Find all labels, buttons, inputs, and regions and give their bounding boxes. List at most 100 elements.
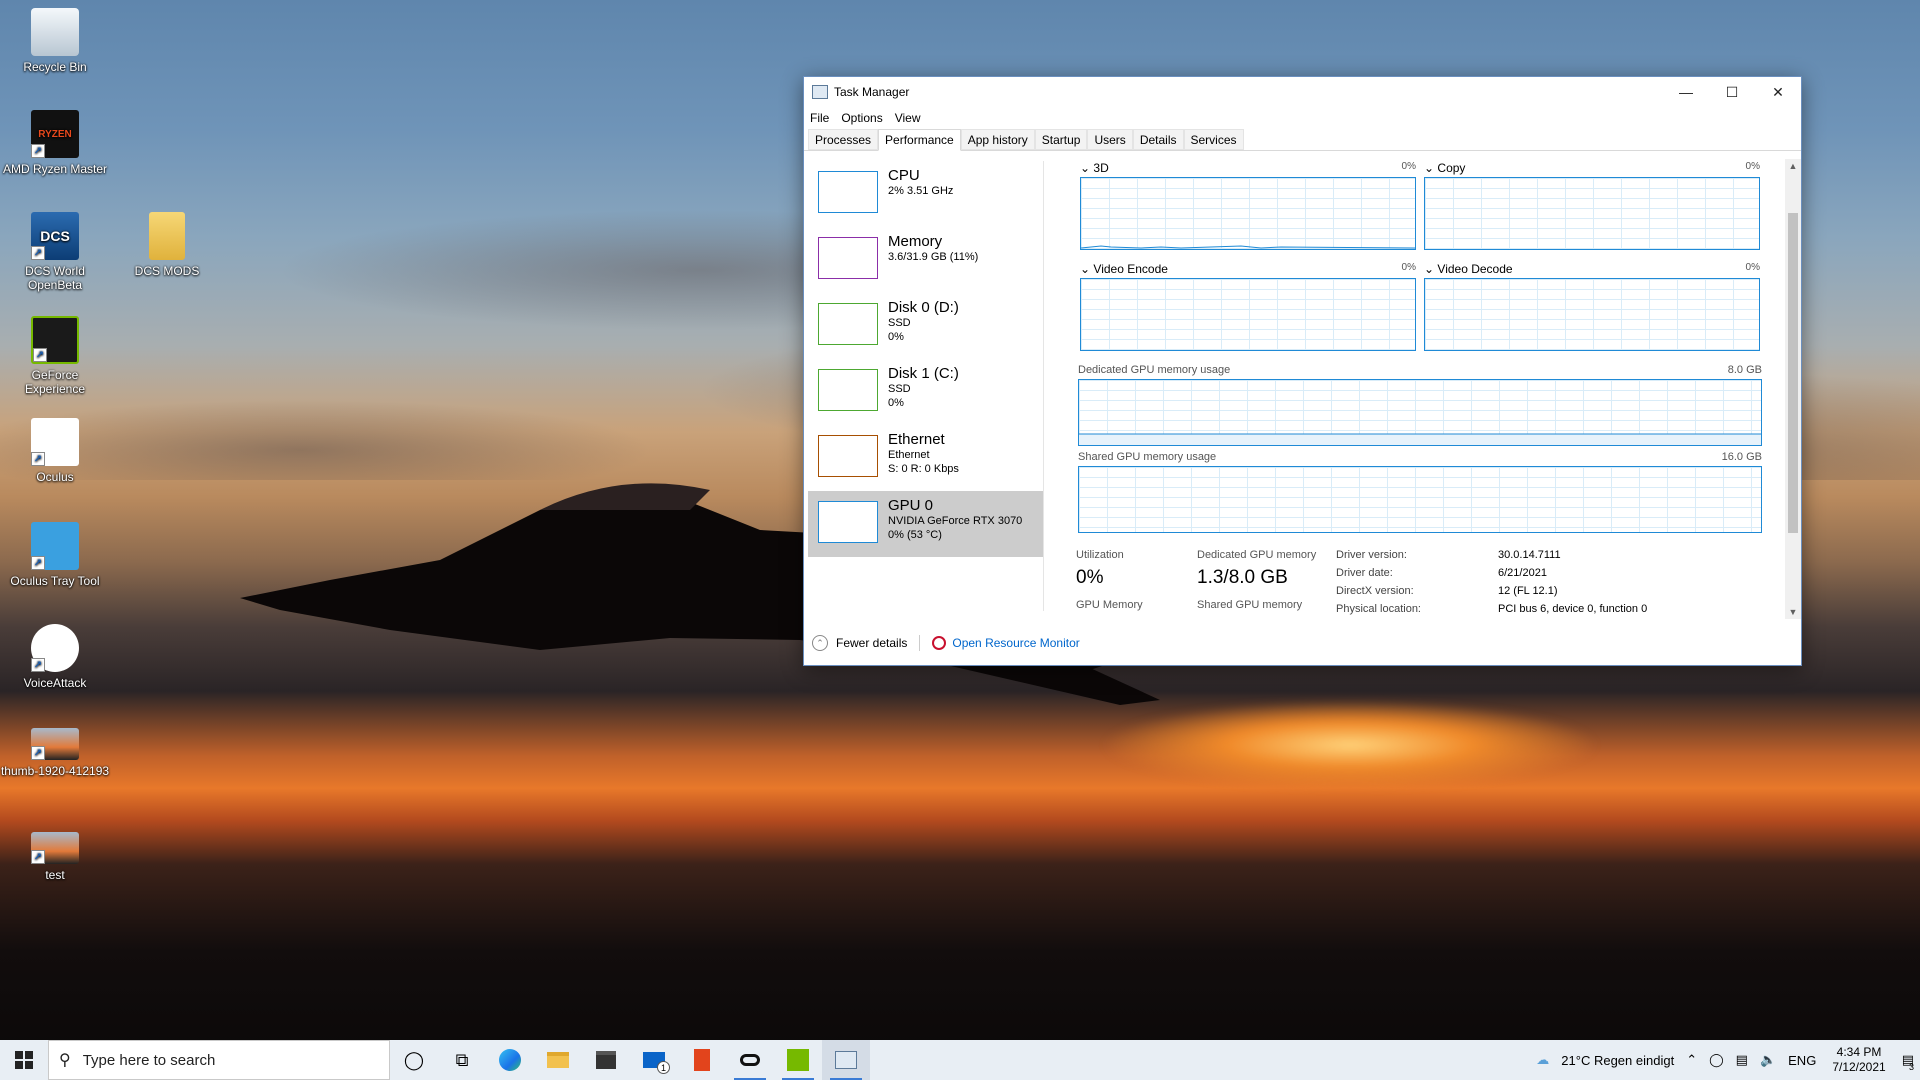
menu-file[interactable]: File [810,111,829,125]
title-bar[interactable]: Task Manager — ☐ ✕ [804,77,1801,107]
resource-detail: 0% (53 °C) [888,529,942,541]
shortcut-arrow-icon: ↗ [33,348,47,362]
tab-services[interactable]: Services [1183,129,1244,150]
desktop-icon-geforce-experience[interactable]: ↗ GeForce Experience [0,316,110,396]
engine-video-encode-graph [1080,278,1416,351]
vertical-scrollbar[interactable]: ▲ ▼ [1785,159,1801,619]
open-resource-monitor-link[interactable]: Open Resource Monitor [952,636,1079,650]
oculus-tray-icon[interactable]: ◯ [1709,1052,1724,1068]
engine-3d-header[interactable]: ⌄ 3D 0% [1080,161,1416,175]
desktop-icon-label: DCS World OpenBeta [25,264,85,292]
menu-bar: File Options View [804,107,1801,129]
chevron-up-icon[interactable]: ⌃ [1686,1052,1697,1068]
clock-date: 7/12/2021 [1832,1060,1886,1074]
engine-3d-graph [1080,177,1416,250]
mail-icon[interactable]: 1 [630,1040,678,1080]
engine-video-decode-header[interactable]: ⌄ Video Decode 0% [1424,262,1760,276]
nvidia-icon: ↗ [31,316,79,364]
desktop-icon-oculus-tray-tool[interactable]: ↗ Oculus Tray Tool [0,522,110,588]
shortcut-arrow-icon: ↗ [31,556,45,570]
desktop-icon-label: VoiceAttack [23,676,87,690]
edge-icon[interactable] [486,1040,534,1080]
oculus-taskbar-icon[interactable] [726,1040,774,1080]
tab-bar: Processes Performance App history Startu… [804,129,1801,151]
engine-3d-pct: 0% [1401,161,1416,172]
desktop-icon-oculus[interactable]: ↗ Oculus [0,418,110,484]
start-button[interactable] [0,1040,48,1080]
resource-item-disk-0-d-[interactable]: Disk 0 (D:) SSD 0% [808,293,1043,359]
fewer-details-link[interactable]: Fewer details [836,636,907,650]
scroll-down-icon[interactable]: ▼ [1787,607,1799,617]
weather-text[interactable]: 21°C Regen eindigt [1561,1053,1674,1068]
task-view-icon[interactable]: ⧉ [438,1040,486,1080]
desktop-icon-dcs-mods[interactable]: DCS MODS [112,212,222,278]
office-icon[interactable] [678,1040,726,1080]
desktop-icon-amd-ryzen-master[interactable]: RYZEN ↗ AMD Ryzen Master [0,110,110,176]
weather-icon[interactable]: ☁ [1536,1052,1549,1068]
tab-details[interactable]: Details [1132,129,1184,150]
physical-location-value: PCI bus 6, device 0, function 0 [1498,603,1648,615]
resource-detail: SSD [888,383,911,395]
tab-app-history[interactable]: App history [960,129,1035,150]
maximize-button[interactable]: ☐ [1709,77,1755,107]
resource-item-ethernet[interactable]: Ethernet Ethernet S: 0 R: 0 Kbps [808,425,1043,491]
engine-video-decode-graph [1424,278,1760,351]
engine-copy-graph [1424,177,1760,250]
cortana-icon[interactable]: ◯ [390,1040,438,1080]
scroll-up-icon[interactable]: ▲ [1787,161,1799,171]
desktop-icon-thumb-1920-412193[interactable]: ↗ thumb-1920-412193 [0,728,110,778]
resource-item-disk-1-c-[interactable]: Disk 1 (C:) SSD 0% [808,359,1043,425]
desktop-icon-voiceattack[interactable]: ↗ VoiceAttack [0,624,110,690]
engine-video-encode-header[interactable]: ⌄ Video Encode 0% [1080,262,1416,276]
desktop-icon-recycle-bin[interactable]: Recycle Bin [0,8,110,74]
resource-item-gpu-0[interactable]: GPU 0 NVIDIA GeForce RTX 3070 0% (53 °C) [808,491,1043,557]
dedicated-gpu-memory-label: Dedicated GPU memory [1197,549,1317,561]
resource-detail: SSD [888,317,911,329]
resource-thumbnail-graph [818,303,878,345]
utilization-value: 0% [1076,567,1104,588]
desktop-icon-label: DCS MODS [134,264,200,278]
taskbar-search-box[interactable]: ⚲ Type here to search [48,1040,390,1080]
tab-startup[interactable]: Startup [1034,129,1088,150]
tab-processes[interactable]: Processes [808,129,879,150]
engine-video-encode-name: Video Encode [1093,262,1168,276]
volume-icon[interactable]: 🔈 [1760,1052,1776,1068]
resource-item-cpu[interactable]: CPU 2% 3.51 GHz [808,161,1043,227]
task-manager-taskbar-icon[interactable] [822,1040,870,1080]
resource-thumbnail-graph [818,237,878,279]
chevron-down-icon: ⌄ [1080,262,1091,276]
resource-thumbnail-graph [818,501,878,543]
geforce-taskbar-icon[interactable] [774,1040,822,1080]
shortcut-arrow-icon: ↗ [31,452,45,466]
close-button[interactable]: ✕ [1755,77,1801,107]
tab-performance[interactable]: Performance [878,129,961,151]
task-manager-window[interactable]: Task Manager — ☐ ✕ File Options View Pro… [803,76,1802,666]
desktop-icon-dcs-world-openbeta[interactable]: DCS ↗ DCS World OpenBeta [0,212,110,292]
collapse-up-icon[interactable]: ⌃ [812,635,828,651]
shortcut-arrow-icon: ↗ [31,850,45,864]
tab-users[interactable]: Users [1087,129,1133,150]
resource-item-memory[interactable]: Memory 3.6/31.9 GB (11%) [808,227,1043,293]
desktop-icon-test[interactable]: ↗ test [0,832,110,882]
notification-count: 3 [1908,1062,1914,1072]
menu-options[interactable]: Options [841,111,882,125]
minimize-button[interactable]: — [1663,77,1709,107]
engine-copy-header[interactable]: ⌄ Copy 0% [1424,161,1760,175]
network-icon[interactable]: ▤ [1736,1052,1748,1068]
clock[interactable]: 4:34 PM 7/12/2021 [1832,1045,1885,1075]
resource-thumbnail-graph [818,369,878,411]
store-icon[interactable] [582,1040,630,1080]
menu-view[interactable]: View [895,111,921,125]
image-thumb-icon: ↗ [31,832,79,864]
resource-thumbnail-graph [818,435,878,477]
notification-center-icon[interactable]: ▤ 3 [1902,1052,1914,1072]
file-explorer-icon[interactable] [534,1040,582,1080]
resource-detail: 2% 3.51 GHz [888,185,954,197]
utilization-label: Utilization [1076,549,1124,561]
dedicated-memory-max: 8.0 GB [1727,364,1762,376]
scrollbar-thumb[interactable] [1788,213,1798,533]
resource-name: Disk 1 (C:) [888,365,959,382]
voiceattack-icon: ↗ [31,624,79,672]
desktop-icon-label: Recycle Bin [23,60,87,74]
language-indicator[interactable]: ENG [1788,1053,1816,1068]
